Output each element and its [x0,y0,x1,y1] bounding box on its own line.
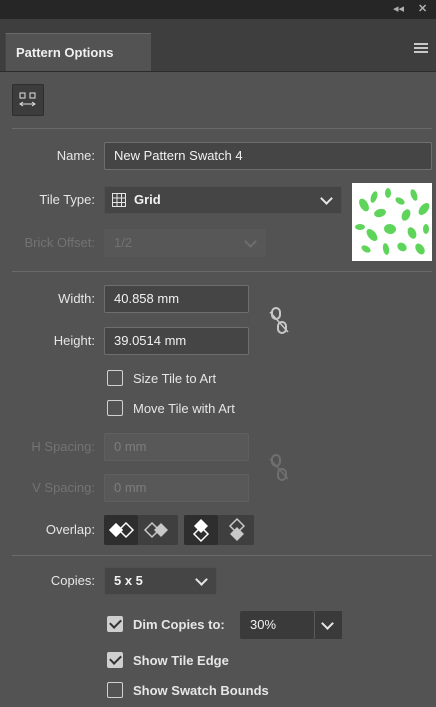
size-tile-to-art-checkbox[interactable]: Size Tile to Art [107,369,307,391]
checkbox-box[interactable] [107,370,123,386]
size-tile-to-art-label: Size Tile to Art [133,371,217,386]
checkbox-box[interactable] [107,682,123,698]
move-tile-with-art-checkbox[interactable]: Move Tile with Art [107,399,307,421]
v-spacing-label: V Spacing: [32,480,95,495]
pattern-tile-tool-icon [19,92,36,107]
chevron-down-icon [320,192,333,205]
tile-type-value: Grid [134,192,161,207]
copies-label: Copies: [50,573,95,588]
h-spacing-label: H Spacing: [31,439,95,454]
v-spacing-field[interactable]: 0 mm [104,474,249,502]
panel-topbar: ◂◂ ✕ [0,0,436,19]
tile-type-dropdown[interactable]: Grid [104,186,342,214]
show-swatch-bounds-checkbox[interactable]: Show Swatch Bounds [107,681,327,703]
top-in-front-button[interactable] [184,515,218,545]
pattern-tile-tool-button[interactable] [12,84,44,116]
name-label: Name: [56,148,95,163]
brick-offset-value: 1/2 [114,235,133,250]
h-spacing-field[interactable]: 0 mm [104,433,249,461]
copies-dropdown[interactable]: 5 x 5 [104,567,217,595]
panel-tab-row: Pattern Options [0,19,436,72]
height-label: Height: [53,333,95,348]
chevron-down-icon [195,573,208,586]
copies-value: 5 x 5 [114,573,143,588]
checkbox-box[interactable] [107,400,123,416]
overlap-label: Overlap: [45,522,95,537]
left-in-front-button[interactable] [104,515,138,545]
width-field[interactable]: 40.858 mm [104,285,249,313]
right-in-front-button[interactable] [140,515,174,545]
right-in-front-icon [143,521,168,539]
dim-copies-checkbox[interactable]: Dim Copies to: [107,615,247,637]
brick-offset-label: Brick Offset: [24,235,95,250]
height-field[interactable]: 39.0514 mm [104,327,249,355]
bottom-in-front-button[interactable] [220,515,254,545]
dim-copies-label: Dim Copies to: [133,617,225,632]
show-swatch-bounds-label: Show Swatch Bounds [133,683,269,698]
show-tile-edge-checkbox[interactable]: Show Tile Edge [107,651,307,673]
dim-copies-field[interactable]: 30% [240,611,314,639]
unlinked-chain-icon-disabled[interactable] [268,453,290,483]
tile-type-label: Tile Type: [39,192,95,207]
dim-copies-dropdown-button[interactable] [314,611,342,639]
top-in-front-icon [192,519,210,543]
hamburger-menu-icon[interactable] [414,43,428,53]
checkbox-box[interactable] [107,616,123,632]
checkbox-box[interactable] [107,652,123,668]
tab-pattern-options[interactable]: Pattern Options [5,33,151,71]
bottom-in-front-icon [228,517,246,541]
unlinked-chain-icon[interactable] [268,306,290,336]
divider [12,555,432,556]
move-tile-with-art-label: Move Tile with Art [133,401,235,416]
chevron-down-icon [321,617,334,630]
grid-icon [112,193,126,207]
name-field[interactable]: New Pattern Swatch 4 [104,142,432,170]
leaf-pattern-image [355,188,430,255]
width-label: Width: [58,291,95,306]
double-chevron-left-icon[interactable]: ◂◂ [393,1,404,17]
divider [12,271,432,272]
chevron-down-icon [244,235,257,248]
brick-offset-dropdown[interactable]: 1/2 [104,229,266,257]
divider [12,128,432,129]
pattern-preview [352,183,432,261]
show-tile-edge-label: Show Tile Edge [133,653,229,668]
close-icon[interactable]: ✕ [418,1,427,17]
left-in-front-icon [109,521,135,539]
